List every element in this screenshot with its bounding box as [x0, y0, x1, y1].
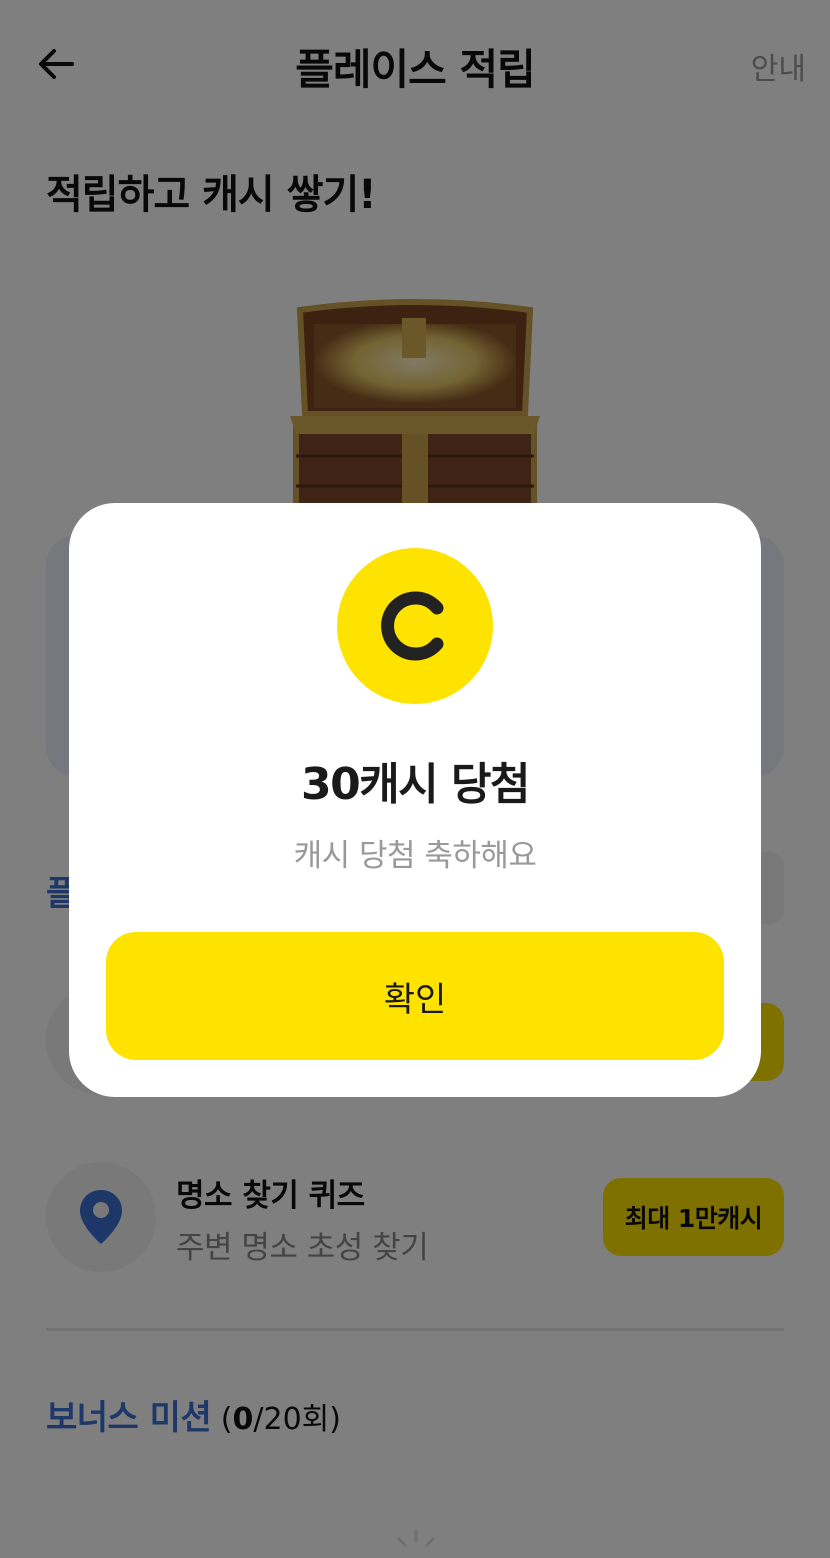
cash-coin-icon [337, 548, 493, 704]
reward-modal: 30캐시 당첨 캐시 당첨 축하해요 확인 [69, 503, 761, 1097]
page: 플레이스 적립 안내 적립하고 캐시 쌓기! 플 명소 찾기 퀴즈 주 [0, 0, 830, 1558]
confirm-button[interactable]: 확인 [106, 932, 724, 1060]
modal-title: 30캐시 당첨 [301, 759, 530, 810]
coin-c-icon [381, 591, 444, 661]
modal-subtitle: 캐시 당첨 축하해요 [293, 838, 537, 874]
